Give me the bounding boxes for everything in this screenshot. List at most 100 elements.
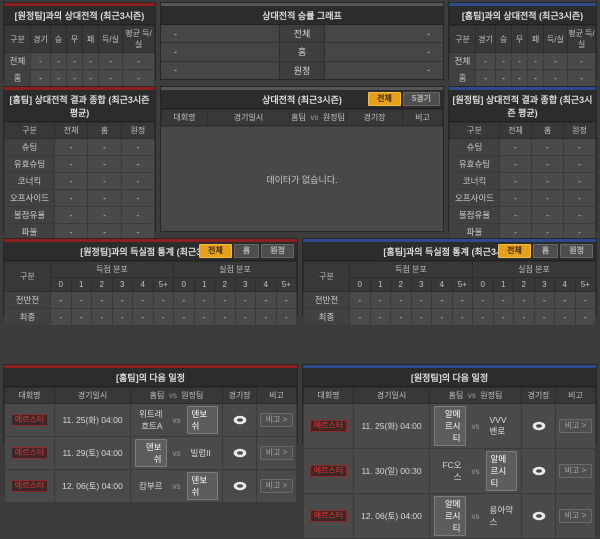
col-header: 경기일시 xyxy=(208,110,290,126)
row-schedules: [홈팀]의 다음 일정 대회명 경기일시 홈팀 vs 원정팀 경기장 비고 에르… xyxy=(0,364,600,444)
datetime-cell: 12. 06(토) 04:00 xyxy=(55,470,131,503)
stat-cell: - xyxy=(532,139,564,156)
note-button[interactable]: 비고 > xyxy=(260,413,294,427)
col-header: 경기일시 xyxy=(354,388,430,404)
panel-title-goals-vs-away: [원정팀]과의 득실점 통계 (최근3시즌) 전체 홈 원정 xyxy=(4,239,297,261)
match-cell: FC오스vs알메르시티 xyxy=(430,449,522,494)
stat-cell: - xyxy=(121,207,154,224)
table-header-row: 구분 전체 홈 원정 xyxy=(5,123,155,139)
match-cell: 알메르시티vs용아약스 xyxy=(430,494,522,539)
col-header-match: 홈팀 vs 원정팀 xyxy=(290,110,347,126)
stat-cell: - xyxy=(71,292,92,309)
panel-away-schedule: [원정팀]의 다음 일정 대회명 경기일시 홈팀 vs 원정팀 경기장 비고 에… xyxy=(302,364,597,444)
table-row: 최종 ------ ------ xyxy=(5,309,297,326)
note-button[interactable]: 비고 > xyxy=(260,479,294,493)
panel-title-away-schedule: [원정팀]의 다음 일정 xyxy=(303,365,596,387)
row-label: 볼점유율 xyxy=(450,207,500,224)
stat-cell: - xyxy=(51,309,72,326)
group-header-conceded: 실점 분포 xyxy=(174,262,297,278)
stat-cell: - xyxy=(564,139,596,156)
panel-title-summary-home: [홈팀] 상대전적 결과 종합 (최근3시즌 평균) xyxy=(4,87,155,122)
col-header: 1 xyxy=(493,278,514,292)
table-row: 전체 - - - - - - xyxy=(5,53,155,70)
row-label: 코너킥 xyxy=(5,173,55,190)
col-header: 5+ xyxy=(575,278,596,292)
goals-vs-away-table: 구분 득점 분포 실점 분포 012345+ 012345+ 전반전 -----… xyxy=(4,261,297,326)
panel-h2h-vs-away: [원정팀]과의 상대전적 (최근3시즌) 구분 경기 승 무 패 득/실 평균 … xyxy=(3,2,156,80)
stat-cell: - xyxy=(51,53,67,70)
stat-cell: - xyxy=(528,70,544,87)
vs-label: vs xyxy=(169,391,177,400)
table-row: 홈 - - - - - - xyxy=(450,70,596,87)
match-cell: 덴보쉬vs빌럼II xyxy=(131,437,223,470)
league-cell: 에르스터 xyxy=(304,449,354,494)
table-header-row: 대회명 경기일시 홈팀 vs 원정팀 경기장 비고 xyxy=(162,110,443,126)
col-header: 비고 xyxy=(403,110,443,126)
table-row: 전반전 ------ ------ xyxy=(304,292,596,309)
panel-summary-away: [원정팀] 상대전적 결과 종합 (최근3시즌 평균) 구분 전체 홈 원정 슈… xyxy=(448,86,597,232)
stat-cell: - xyxy=(174,292,195,309)
h2h-stats-page: [원정팀]과의 상대전적 (최근3시즌) 구분 경기 승 무 패 득/실 평균 … xyxy=(0,2,600,444)
graph-row-label: 전체 xyxy=(279,25,325,42)
stat-cell: - xyxy=(514,292,535,309)
col-header: 2 xyxy=(215,278,236,292)
col-header: 비고 xyxy=(257,388,297,404)
row-label: 슈팅 xyxy=(5,139,55,156)
col-header: 경기장 xyxy=(347,110,403,126)
panel-h2h-list: 상대전적 (최근3시즌) 전체 5경기 대회명 경기일시 홈팀 vs 원정팀 경 xyxy=(160,86,444,232)
col-header-home: 홈팀 xyxy=(291,113,306,122)
filter-away-button[interactable]: 원정 xyxy=(261,244,294,258)
filter-last5-button[interactable]: 5경기 xyxy=(403,92,440,106)
stadium-icon[interactable] xyxy=(233,415,247,425)
row-label: 유효슈팅 xyxy=(450,156,500,173)
stat-cell: - xyxy=(564,207,596,224)
filter-all-button[interactable]: 전체 xyxy=(368,92,401,106)
filter-all-button[interactable]: 전체 xyxy=(199,244,232,258)
home-team-name: FC오스 xyxy=(434,458,466,484)
stat-cell: - xyxy=(496,70,512,87)
stat-cell: - xyxy=(194,292,215,309)
league-cell: 에르스터 xyxy=(5,404,55,437)
filter-home-button[interactable]: 홈 xyxy=(533,244,558,258)
graph-home-value: - xyxy=(161,43,279,60)
col-header: 원정 xyxy=(564,123,596,139)
stat-cell: - xyxy=(476,70,496,87)
graph-away-value: - xyxy=(325,43,443,60)
filter-home-button[interactable]: 홈 xyxy=(234,244,259,258)
home-team-name: 알메르시티 xyxy=(434,406,466,446)
stadium-icon[interactable] xyxy=(532,421,546,431)
note-button[interactable]: 비고 > xyxy=(559,419,593,433)
col-header: 3 xyxy=(112,278,133,292)
col-header: 3 xyxy=(235,278,256,292)
table-row: 유효슈팅--- xyxy=(450,156,596,173)
stadium-icon[interactable] xyxy=(233,448,247,458)
col-header-away: 원정팀 xyxy=(323,113,345,122)
stadium-icon[interactable] xyxy=(532,466,546,476)
home-team-name: 덴보쉬 xyxy=(135,439,167,467)
stadium-icon[interactable] xyxy=(532,511,546,521)
stat-cell: - xyxy=(215,292,236,309)
stat-cell: - xyxy=(532,207,564,224)
filter-away-button[interactable]: 원정 xyxy=(560,244,593,258)
col-header: 4 xyxy=(133,278,154,292)
corner-header: 구분 xyxy=(304,262,350,292)
note-button[interactable]: 비고 > xyxy=(260,446,294,460)
filter-all-button[interactable]: 전체 xyxy=(498,244,531,258)
col-header: 3 xyxy=(411,278,432,292)
stat-cell: - xyxy=(493,309,514,326)
stat-cell: - xyxy=(31,53,51,70)
panel-h2h-vs-home: [홈팀]과의 상대전적 (최근3시즌) 구분 경기 승 무 패 득/실 평균 득… xyxy=(448,2,597,80)
row-label: 유효슈팅 xyxy=(5,156,55,173)
note-button[interactable]: 비고 > xyxy=(559,464,593,478)
stat-cell: - xyxy=(31,70,51,87)
stat-cell: - xyxy=(88,156,121,173)
table-row: 오프사이드--- xyxy=(5,190,155,207)
row-label: 홈 xyxy=(5,70,31,87)
stadium-icon[interactable] xyxy=(233,481,247,491)
stat-cell: - xyxy=(564,156,596,173)
row-label: 전체 xyxy=(5,53,31,70)
note-button[interactable]: 비고 > xyxy=(559,509,593,523)
col-header-away: 원정팀 xyxy=(480,391,502,400)
stat-cell: - xyxy=(452,292,473,309)
schedule-row: 에르스터 11. 29(토) 04:00 덴보쉬vs빌럼II 비고 > xyxy=(5,437,297,470)
